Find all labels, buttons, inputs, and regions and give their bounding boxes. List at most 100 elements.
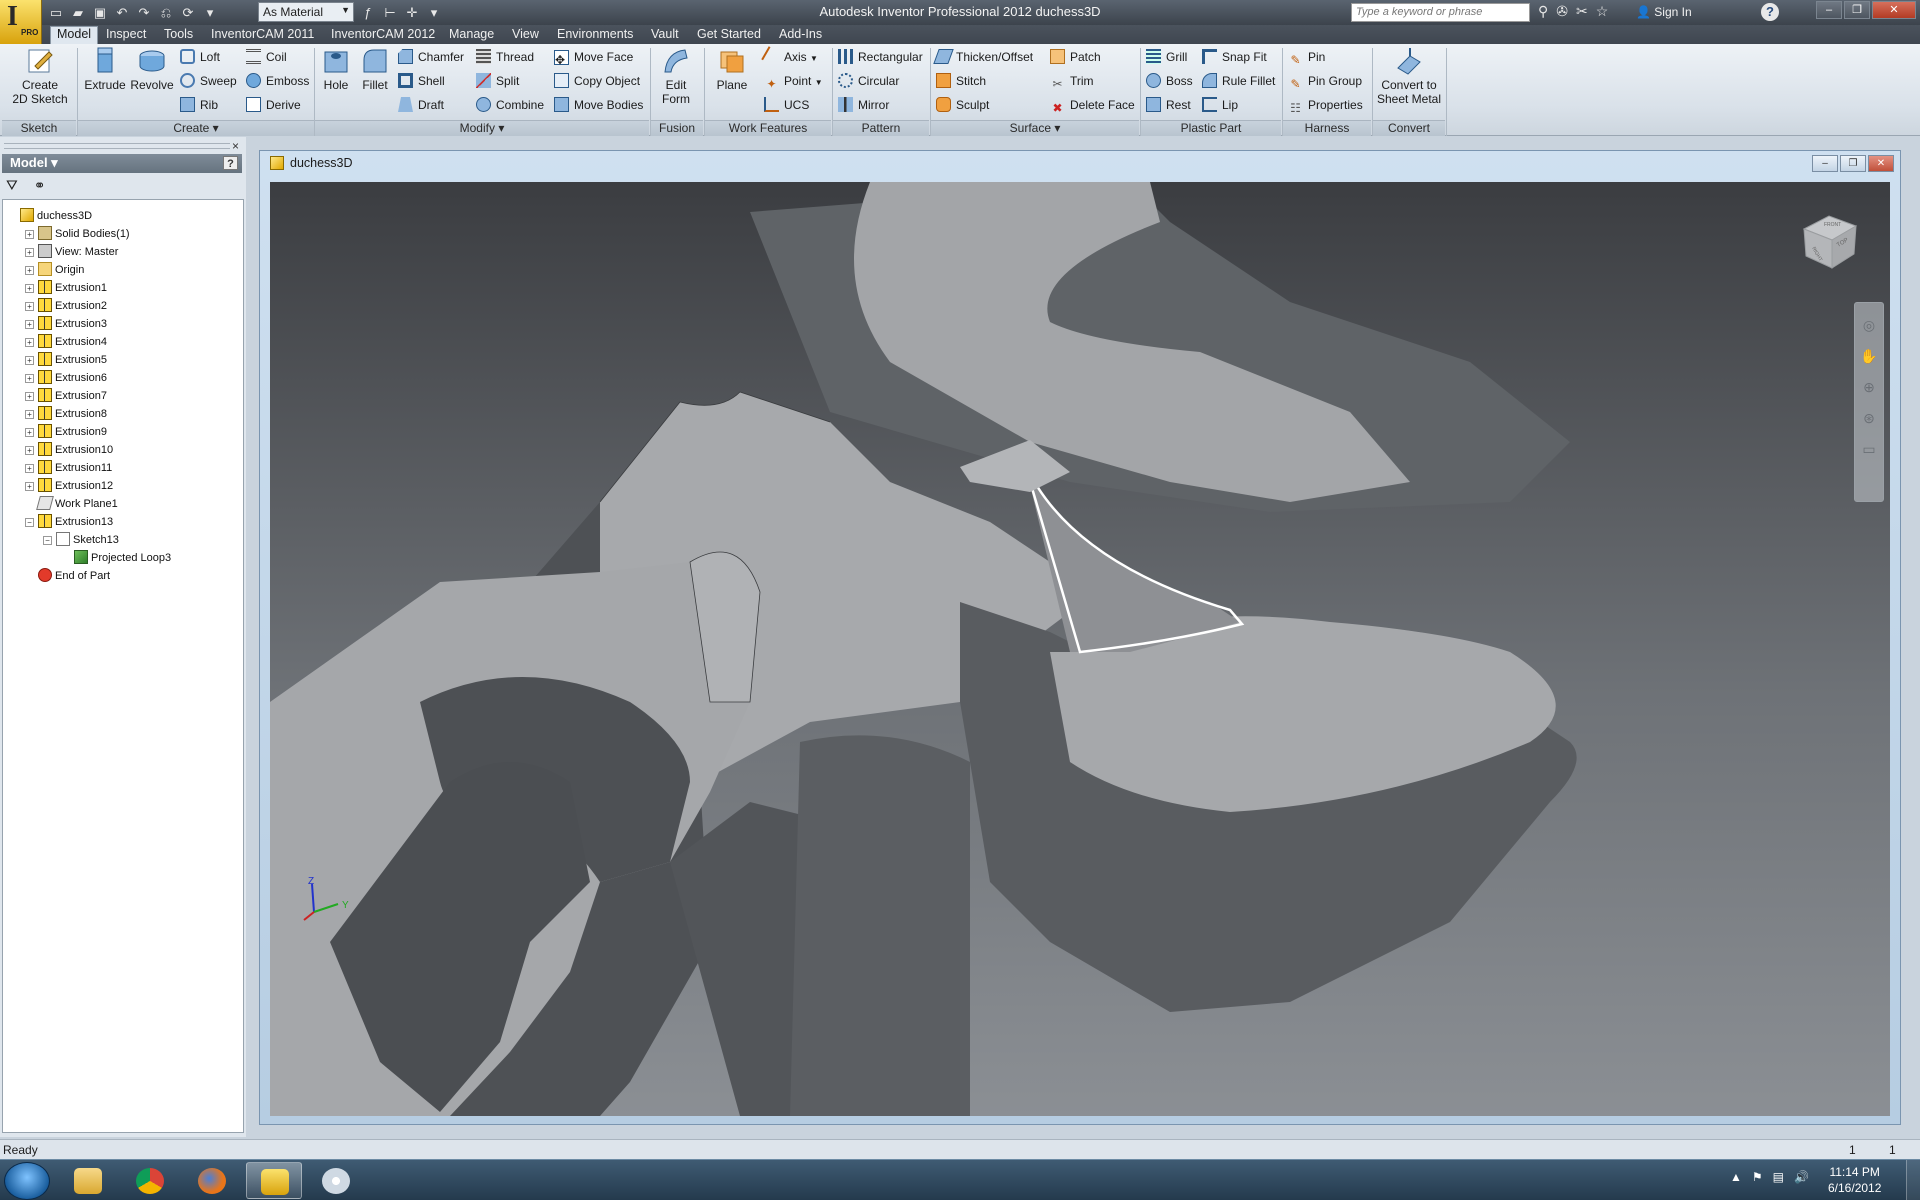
plane-button[interactable]: Plane	[710, 46, 754, 92]
expand-icon[interactable]: +	[25, 248, 34, 257]
save-icon[interactable]: ▣	[92, 5, 108, 21]
shell-button[interactable]: Shell	[398, 72, 445, 92]
browser-header[interactable]: Model ▾ ?	[2, 154, 242, 173]
new-icon[interactable]: ▭	[48, 5, 64, 21]
thread-button[interactable]: Thread	[476, 48, 534, 68]
tree-node[interactable]: + Extrusion10	[25, 442, 113, 459]
patch-button[interactable]: Patch	[1050, 48, 1101, 68]
model-3d-view[interactable]	[270, 182, 1890, 1116]
convert-to-sheet-metal-button[interactable]: Convert to Sheet Metal	[1374, 46, 1444, 106]
show-desktop-button[interactable]	[1906, 1160, 1920, 1200]
lip-button[interactable]: Lip	[1202, 96, 1238, 116]
action-center-flag-icon[interactable]: ⚑	[1752, 1170, 1763, 1184]
browser-grip[interactable]	[4, 143, 230, 149]
properties-button[interactable]: ☷ Properties	[1288, 96, 1363, 116]
draft-button[interactable]: Draft	[398, 96, 444, 116]
expand-icon[interactable]: +	[25, 392, 34, 401]
expand-icon[interactable]: +	[25, 302, 34, 311]
doc-close-button[interactable]: ✕	[1868, 155, 1894, 172]
tab-vault[interactable]: Vault	[651, 26, 679, 44]
grill-button[interactable]: Grill	[1146, 48, 1187, 68]
close-icon[interactable]: ×	[232, 139, 239, 153]
doc-minimize-button[interactable]: –	[1812, 155, 1838, 172]
tab-manage[interactable]: Manage	[449, 26, 494, 44]
update-icon[interactable]: ⟳	[180, 5, 196, 21]
panel-surface-label[interactable]: Surface ▾	[931, 120, 1139, 136]
tree-node[interactable]: + Extrusion3	[25, 316, 107, 333]
maximize-button[interactable]: ❐	[1844, 1, 1870, 19]
tree-node[interactable]: Work Plane1	[25, 496, 118, 513]
start-button[interactable]	[4, 1162, 50, 1200]
expand-icon[interactable]: +	[25, 446, 34, 455]
taskbar-chrome[interactable]	[122, 1162, 178, 1199]
pin-group-button[interactable]: ✎ Pin Group	[1288, 72, 1362, 92]
zoom-icon[interactable]: ⊕	[1855, 379, 1883, 396]
taskbar-firefox[interactable]	[184, 1162, 240, 1199]
return-icon[interactable]: ⎌	[158, 5, 174, 21]
combine-button[interactable]: Combine	[476, 96, 544, 116]
tree-node[interactable]: − Sketch13	[43, 532, 119, 549]
trim-button[interactable]: ✂ Trim	[1050, 72, 1093, 92]
tab-inspect[interactable]: Inspect	[106, 26, 146, 44]
mirror-button[interactable]: Mirror	[838, 96, 889, 116]
network-icon[interactable]: ▤	[1773, 1170, 1784, 1184]
app-menu-button[interactable]: I PRO	[0, 0, 42, 44]
help-icon[interactable]: ?	[223, 156, 238, 170]
circular-pattern-button[interactable]: Circular	[838, 72, 899, 92]
edit-form-button[interactable]: Edit Form	[655, 46, 697, 106]
function-icon[interactable]: ƒ	[360, 5, 376, 21]
create-2d-sketch-button[interactable]: Create 2D Sketch	[4, 46, 76, 106]
tree-node[interactable]: + Extrusion12	[25, 478, 113, 495]
graphics-viewport[interactable]: TOP FRONT RIGHT ◎ ✋ ⊕ ⊛ ▭ Z Y	[270, 182, 1890, 1116]
expand-icon[interactable]: +	[25, 284, 34, 293]
look-at-icon[interactable]: ▭	[1855, 441, 1883, 458]
tree-node[interactable]: + Extrusion11	[25, 460, 112, 477]
help-icon[interactable]: ?	[1761, 3, 1779, 21]
boss-button[interactable]: Boss	[1146, 72, 1193, 92]
collapse-icon[interactable]: −	[25, 518, 34, 527]
expand-icon[interactable]: +	[25, 338, 34, 347]
tree-node[interactable]: + Extrusion2	[25, 298, 107, 315]
wrench-icon[interactable]: ✇	[1556, 3, 1568, 20]
copy-object-button[interactable]: Copy Object	[554, 72, 640, 92]
expand-icon[interactable]: +	[25, 428, 34, 437]
doc-restore-button[interactable]: ❐	[1840, 155, 1866, 172]
rule-fillet-button[interactable]: Rule Fillet	[1202, 72, 1275, 92]
tree-node[interactable]: Projected Loop3	[61, 550, 171, 567]
panel-create-label[interactable]: Create ▾	[78, 120, 314, 136]
move-bodies-button[interactable]: Move Bodies	[554, 96, 643, 116]
tree-node[interactable]: − Extrusion13	[25, 514, 113, 531]
sweep-button[interactable]: Sweep	[180, 72, 237, 92]
chamfer-button[interactable]: Chamfer	[398, 48, 464, 68]
pin-button[interactable]: ✎ Pin	[1288, 48, 1325, 68]
expand-icon[interactable]: +	[25, 464, 34, 473]
tree-node[interactable]: duchess3D	[7, 208, 92, 225]
tree-node[interactable]: + Extrusion5	[25, 352, 107, 369]
open-icon[interactable]: ▰	[70, 5, 86, 21]
expand-icon[interactable]: +	[25, 482, 34, 491]
taskbar-paint[interactable]	[308, 1162, 364, 1199]
sign-in-button[interactable]: 👤 Sign In	[1636, 5, 1692, 19]
taskbar-inventor[interactable]	[246, 1162, 302, 1199]
move-face-button[interactable]: ✥ Move Face	[554, 48, 633, 68]
stitch-button[interactable]: Stitch	[936, 72, 986, 92]
split-button[interactable]: Split	[476, 72, 519, 92]
crosshair-icon[interactable]: ✛	[404, 5, 420, 21]
taskbar-explorer[interactable]	[60, 1162, 116, 1199]
ucs-button[interactable]: UCS	[764, 96, 809, 116]
tree-node[interactable]: + Extrusion8	[25, 406, 107, 423]
emboss-button[interactable]: Emboss	[246, 72, 309, 92]
tab-environments[interactable]: Environments	[557, 26, 633, 44]
thicken-offset-button[interactable]: Thicken/Offset	[933, 48, 1033, 68]
expand-icon[interactable]: +	[25, 266, 34, 275]
tree-node[interactable]: + Solid Bodies(1)	[25, 226, 130, 243]
delete-face-button[interactable]: ✖ Delete Face	[1050, 96, 1134, 116]
hole-button[interactable]: Hole	[318, 46, 354, 92]
tab-inventorcam-2011[interactable]: InventorCAM 2011	[211, 26, 314, 44]
material-dropdown[interactable]: As Material ▼	[258, 2, 354, 22]
revolve-button[interactable]: Revolve	[130, 46, 174, 92]
expand-icon[interactable]: +	[25, 374, 34, 383]
select-icon[interactable]: ▾	[202, 5, 218, 21]
viewcube[interactable]: TOP FRONT RIGHT	[1794, 204, 1864, 274]
clock[interactable]: 11:14 PM 6/16/2012	[1828, 1164, 1881, 1196]
